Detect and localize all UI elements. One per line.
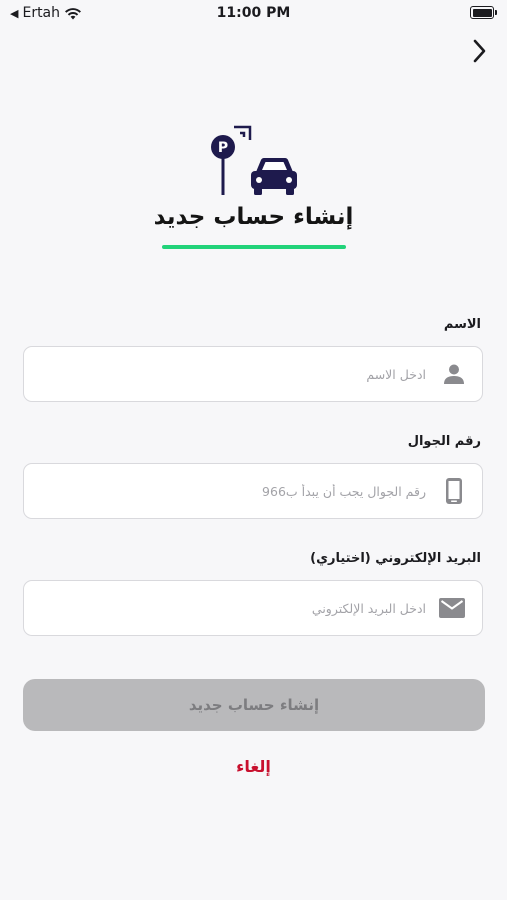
email-field[interactable] — [23, 580, 483, 636]
back-button[interactable] — [467, 36, 491, 66]
phone-label: رقم الجوال — [407, 434, 481, 449]
chevron-right-icon — [473, 39, 486, 63]
name-input[interactable] — [36, 347, 426, 401]
phone-input[interactable] — [36, 464, 426, 518]
name-field[interactable] — [23, 346, 483, 402]
page-title: إنشاء حساب جديد — [153, 204, 354, 230]
name-label: الاسم — [443, 317, 481, 332]
email-label: البريد الإلكتروني (اختياري) — [310, 551, 481, 566]
cancel-link[interactable]: إلغاء — [0, 757, 507, 776]
envelope-icon — [438, 596, 466, 620]
battery-icon — [470, 6, 497, 19]
status-bar: ◀ Ertah 11:00 PM — [0, 0, 507, 28]
title-underline — [162, 245, 346, 249]
parking-car-icon: P — [211, 125, 297, 195]
svg-text:P: P — [218, 140, 228, 156]
mobile-phone-icon — [442, 478, 466, 504]
person-icon — [442, 362, 466, 386]
phone-field[interactable] — [23, 463, 483, 519]
create-account-button[interactable]: إنشاء حساب جديد — [23, 679, 485, 731]
email-input[interactable] — [36, 581, 426, 635]
status-time: 11:00 PM — [216, 5, 291, 21]
